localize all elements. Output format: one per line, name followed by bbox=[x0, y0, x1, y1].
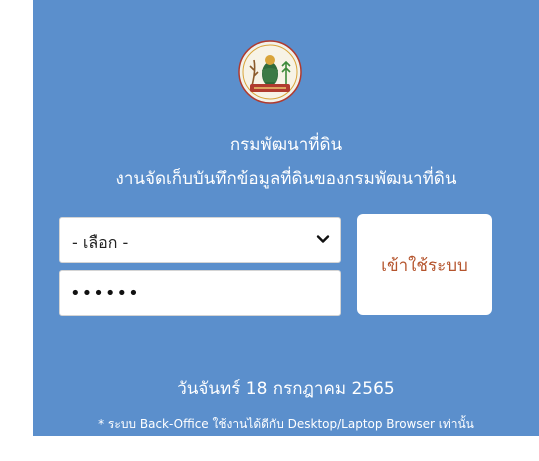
password-value: •••••• bbox=[70, 283, 140, 304]
login-button[interactable]: เข้าใช้ระบบ bbox=[357, 214, 492, 315]
chevron-down-icon bbox=[316, 235, 330, 243]
login-panel: กรมพัฒนาที่ดิน งานจัดเก็บบันทึกข้อมูลที่… bbox=[33, 0, 539, 436]
select-value: - เลือก - bbox=[72, 233, 129, 252]
system-subtitle: งานจัดเก็บบันทึกข้อมูลที่ดินของกรมพัฒนาท… bbox=[115, 169, 457, 189]
user-select-dropdown[interactable]: - เลือก - bbox=[59, 217, 341, 263]
browser-support-note: * ระบบ Back-Office ใช้งานได้ดีกับ Deskto… bbox=[98, 417, 474, 431]
password-field[interactable]: •••••• bbox=[59, 270, 341, 316]
current-date: วันจันทร์ 18 กรกฎาคม 2565 bbox=[177, 379, 395, 399]
organization-name: กรมพัฒนาที่ดิน bbox=[229, 135, 343, 155]
department-logo-icon bbox=[238, 40, 302, 104]
